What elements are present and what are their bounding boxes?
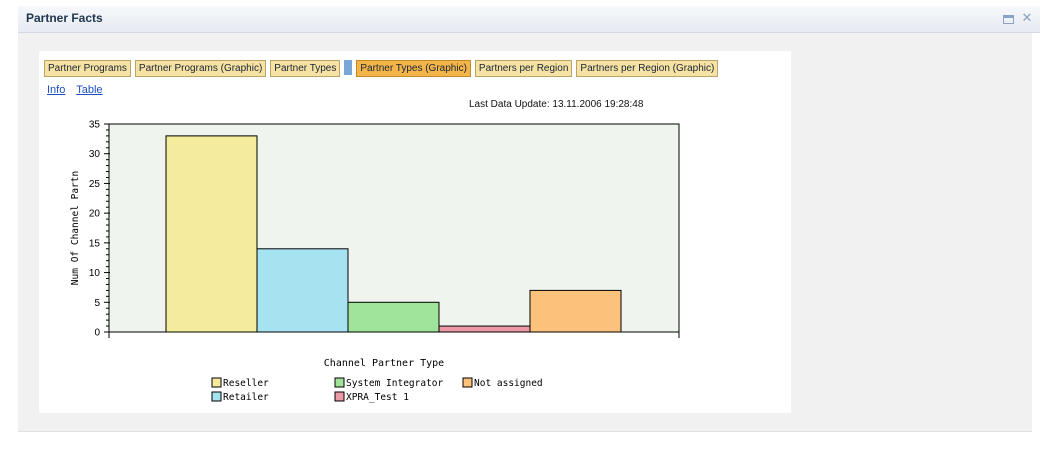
y-tick-label: 20 [89, 209, 101, 220]
window-bottom-border [18, 431, 1032, 432]
report-panel: Partner Programs Partner Programs (Graph… [39, 51, 791, 413]
partner-facts-window: Partner Facts ✕ Partner Programs Partner… [0, 0, 1046, 450]
bar-reseller [165, 135, 258, 333]
y-tick-label: 35 [89, 120, 101, 131]
y-tick-label: 15 [89, 238, 101, 249]
window-titlebar: Partner Facts ✕ [18, 6, 1040, 33]
legend-label-xpra-test-1: XPRA_Test 1 [346, 392, 409, 403]
close-icon[interactable]: ✕ [1020, 11, 1034, 25]
legend-swatch-reseller [211, 377, 222, 388]
partner-types-chart: 0 5 10 15 20 25 30 35 Num Of Channel Partn Channe… [70, 120, 680, 403]
window-title: Partner Facts [26, 11, 103, 25]
window-controls: ✕ [1003, 11, 1034, 25]
y-tick-label: 5 [94, 298, 100, 309]
window-content: Partner Programs Partner Programs (Graph… [18, 33, 1032, 431]
legend-label-retailer: Retailer [223, 392, 269, 403]
bar-not-assigned [529, 289, 622, 333]
legend-label-reseller: Reseller [223, 378, 269, 389]
legend-label-system-integrator: System Integrator [346, 378, 444, 389]
y-tick-label: 25 [89, 179, 101, 190]
y-tick-label: 30 [89, 149, 101, 160]
y-axis-label: Num Of Channel Partn [70, 171, 81, 285]
legend-swatch-system-integrator [334, 377, 345, 388]
bar-xpra-test-1 [438, 325, 531, 333]
x-axis-label: Channel Partner Type [324, 358, 444, 369]
legend-swatch-xpra-test-1 [334, 391, 345, 402]
y-tick-label: 10 [89, 268, 101, 279]
bar-system-integrator [347, 301, 440, 333]
legend-label-not-assigned: Not assigned [474, 378, 543, 389]
maximize-icon[interactable] [1003, 14, 1014, 24]
legend-swatch-not-assigned [462, 377, 473, 388]
y-tick-label: 0 [94, 328, 100, 339]
legend-swatch-retailer [211, 391, 222, 402]
bar-retailer [256, 248, 349, 333]
